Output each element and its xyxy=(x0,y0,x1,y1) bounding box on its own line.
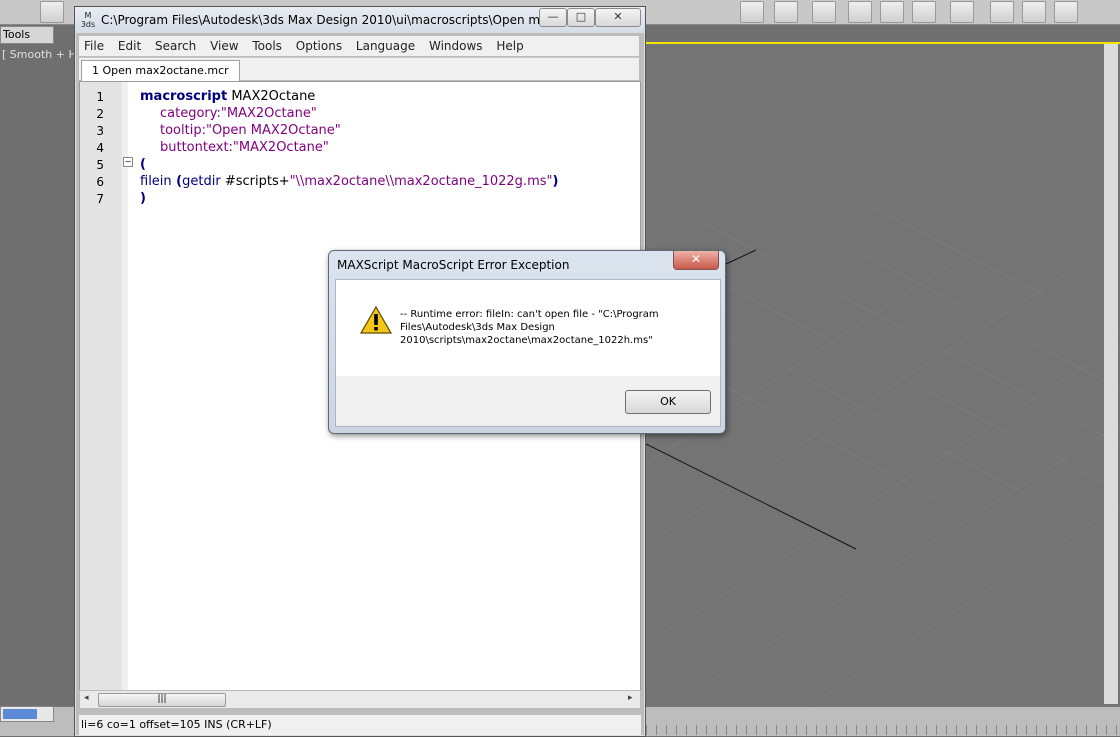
tools-tab[interactable]: Tools xyxy=(0,26,54,44)
code-string: "\\max2octane\\max2octane_1022g.ms" xyxy=(289,174,553,189)
code-function: getdir xyxy=(182,174,221,189)
time-slider-thumb[interactable] xyxy=(3,709,37,719)
maxscript-app-icon: M 3ds xyxy=(80,11,96,29)
material-editor-button[interactable] xyxy=(912,1,936,23)
code-line: category:"MAX2Octane" xyxy=(160,106,317,121)
code-identifier: #scripts+ xyxy=(220,174,290,189)
menu-view[interactable]: View xyxy=(205,36,243,56)
code-string: "Open MAX2Octane" xyxy=(205,123,341,138)
code-paren: ) xyxy=(552,174,559,189)
dialog-close-button[interactable]: ✕ xyxy=(673,251,719,270)
render-production-button[interactable] xyxy=(1054,1,1078,23)
menu-options[interactable]: Options xyxy=(291,36,347,56)
code-paren: ( xyxy=(171,174,183,189)
scrollbar-thumb[interactable]: ||| xyxy=(98,693,226,707)
code-function: filein xyxy=(140,174,172,189)
editor-tab-strip: 1 Open max2octane.mcr xyxy=(79,57,639,81)
render-frame-button[interactable] xyxy=(990,1,1014,23)
menu-search[interactable]: Search xyxy=(150,36,201,56)
menu-tools[interactable]: Tools xyxy=(247,36,287,56)
curve-editor-button[interactable] xyxy=(848,1,872,23)
code-line: buttontext:"MAX2Octane" xyxy=(160,140,329,155)
command-panel-scrollbar[interactable] xyxy=(1104,44,1118,704)
code-param: tooltip: xyxy=(160,123,206,138)
code-line: ( xyxy=(140,157,146,172)
code-param: buttontext: xyxy=(160,140,233,155)
render-setup-button[interactable] xyxy=(950,1,974,23)
minimize-button[interactable]: — xyxy=(539,8,567,27)
line-number: 4 xyxy=(96,141,104,155)
code-keyword: macroscript xyxy=(140,89,228,104)
line-number: 5 xyxy=(96,158,104,172)
line-number: 3 xyxy=(96,124,104,138)
close-button[interactable]: ✕ xyxy=(595,8,641,27)
teapot-render-button[interactable] xyxy=(1022,1,1046,23)
menu-file[interactable]: File xyxy=(79,36,109,56)
error-message: -- Runtime error: fileIn: can't open fil… xyxy=(400,309,659,346)
menu-edit[interactable]: Edit xyxy=(113,36,146,56)
dialog-body: -- Runtime error: fileIn: can't open fil… xyxy=(335,279,721,377)
scroll-right-icon[interactable]: ▸ xyxy=(628,693,633,703)
time-slider[interactable] xyxy=(0,706,54,722)
timeline-ticks xyxy=(646,725,1120,735)
mirror-tool-button[interactable] xyxy=(740,1,764,23)
code-string: "MAX2Octane" xyxy=(232,140,329,155)
warning-icon xyxy=(360,306,392,334)
code-line: macroscript MAX2Octane xyxy=(140,89,315,104)
line-number: 7 xyxy=(96,192,104,206)
code-param: category: xyxy=(160,106,221,121)
ok-button[interactable]: OK xyxy=(625,390,711,414)
layer-tool-button[interactable] xyxy=(812,1,836,23)
menu-language[interactable]: Language xyxy=(351,36,420,56)
editor-title-bar[interactable]: M 3ds C:\Program Files\Autodesk\3ds Max … xyxy=(75,7,645,33)
align-tool-button[interactable] xyxy=(774,1,798,23)
code-line: filein (getdir #scripts+"\\max2octane\\m… xyxy=(140,174,558,189)
editor-status-bar: li=6 co=1 offset=105 INS (CR+LF) xyxy=(79,715,641,735)
code-identifier: MAX2Octane xyxy=(227,89,316,104)
line-number: 6 xyxy=(96,175,104,189)
schematic-view-button[interactable] xyxy=(880,1,904,23)
line-number: 2 xyxy=(96,107,104,121)
fold-margin xyxy=(122,82,128,690)
menu-help[interactable]: Help xyxy=(491,36,528,56)
maximize-button[interactable]: □ xyxy=(567,8,595,27)
menu-windows[interactable]: Windows xyxy=(424,36,488,56)
dialog-title: MAXScript MacroScript Error Exception xyxy=(337,258,570,272)
code-line: tooltip:"Open MAX2Octane" xyxy=(160,123,341,138)
line-number-gutter: 1 2 3 4 5 6 7 xyxy=(80,82,122,690)
code-string: "MAX2Octane" xyxy=(220,106,317,121)
line-number: 1 xyxy=(96,90,104,104)
select-tool-button[interactable] xyxy=(40,1,64,23)
horizontal-scrollbar[interactable]: ◂ ||| ▸ xyxy=(79,690,641,709)
error-dialog: MAXScript MacroScript Error Exception ✕ … xyxy=(328,250,726,434)
scroll-left-icon[interactable]: ◂ xyxy=(84,693,89,703)
tab-open-max2octane[interactable]: 1 Open max2octane.mcr xyxy=(81,60,240,81)
fold-toggle-icon[interactable]: − xyxy=(123,157,133,167)
editor-menu-bar: File Edit Search View Tools Options Lang… xyxy=(79,36,639,56)
editor-window-title: C:\Program Files\Autodesk\3ds Max Design… xyxy=(101,13,541,27)
code-line: ) xyxy=(140,191,146,206)
dialog-footer: OK xyxy=(335,376,721,427)
